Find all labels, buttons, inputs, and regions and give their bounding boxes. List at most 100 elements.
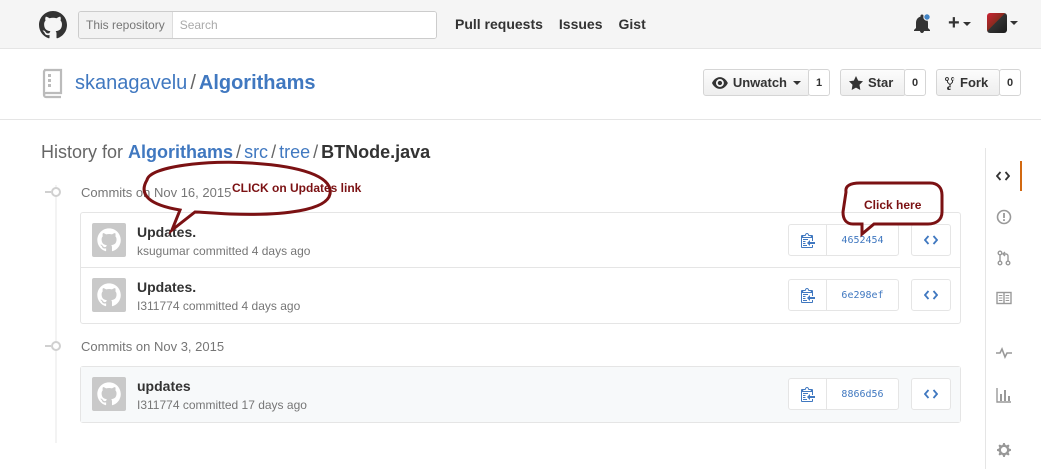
repo-name-link[interactable]: Algorithams	[199, 72, 316, 94]
repo-sidebar-nav	[985, 148, 1022, 469]
settings-gear-icon	[997, 443, 1011, 457]
code-icon	[996, 171, 1010, 181]
commit-group-title: Commits on Nov 16, 2015	[81, 185, 232, 200]
top-nav: Pull requests Issues Gist	[455, 16, 646, 32]
avatar[interactable]	[92, 278, 126, 312]
commit-author-link[interactable]: ksugumar	[137, 244, 190, 258]
commit-list: Updates. ksugumar committed 4 days ago 4…	[80, 212, 961, 324]
wiki-book-icon	[996, 291, 1012, 305]
site-header: This repository Pull requests Issues Gis…	[0, 0, 1041, 49]
pulse-icon	[996, 347, 1012, 359]
code-icon	[924, 235, 938, 245]
commit-sha-link[interactable]: 4652454	[827, 225, 898, 255]
table-row: Updates. ksugumar committed 4 days ago 4…	[81, 213, 960, 268]
github-octocat-icon	[97, 382, 121, 406]
code-icon	[924, 389, 938, 399]
pull-request-icon	[997, 250, 1011, 266]
breadcrumb-separator: /	[271, 142, 277, 162]
copy-sha-button[interactable]	[789, 379, 827, 409]
commit-timeline	[55, 185, 57, 443]
avatar[interactable]	[92, 223, 126, 257]
breadcrumb-separator: /	[236, 142, 242, 162]
browse-files-button[interactable]	[911, 279, 951, 311]
nav-issues[interactable]: Issues	[559, 16, 603, 32]
nav-gist[interactable]: Gist	[619, 16, 646, 32]
commit-author-link[interactable]: I311774	[137, 398, 180, 412]
clipboard-icon	[800, 288, 815, 303]
breadcrumb-src-link[interactable]: src	[244, 142, 268, 162]
fork-button[interactable]: Fork	[936, 69, 1000, 96]
notification-bell-icon[interactable]	[913, 14, 931, 34]
avatar[interactable]	[92, 377, 126, 411]
avatar	[987, 13, 1007, 33]
sidebar-item-graphs[interactable]	[986, 380, 1022, 410]
commit-author-link[interactable]: I311774	[137, 299, 180, 313]
commit-time: committed 17 days ago	[182, 398, 307, 412]
issue-icon	[996, 209, 1012, 225]
commit-group-title: Commits on Nov 3, 2015	[81, 339, 225, 354]
commit-sha-link[interactable]: 6e298ef	[827, 280, 898, 310]
github-octocat-icon	[97, 228, 121, 252]
callout-text-2: Click here	[864, 198, 922, 212]
callout-text-1: CLICK on Updates link	[232, 181, 362, 195]
plus-icon: +	[948, 12, 960, 34]
unwatch-label: Unwatch	[732, 75, 787, 90]
browse-files-button[interactable]	[911, 224, 951, 256]
sha-button-group: 4652454	[788, 224, 899, 256]
repo-title: skanagavelu / Algorithams	[75, 72, 316, 95]
commit-list: updates I311774 committed 17 days ago 88…	[80, 366, 961, 423]
page-title: History for Algorithams / src / tree / BTNode.…	[41, 142, 430, 163]
breadcrumb-separator: /	[313, 142, 319, 162]
chevron-down-icon	[962, 21, 971, 26]
commit-time: committed 4 days ago	[193, 244, 311, 258]
breadcrumb-repo-link[interactable]: Algorithams	[128, 142, 233, 162]
chevron-down-icon	[1010, 21, 1018, 25]
commit-sha-link[interactable]: 8866d56	[827, 379, 898, 409]
github-logo-icon[interactable]	[39, 11, 67, 39]
sidebar-item-pull-requests[interactable]	[986, 243, 1022, 273]
commit-title-link[interactable]: Updates.	[137, 279, 196, 295]
breadcrumb-file: BTNode.java	[321, 142, 431, 162]
commit-meta: I311774 committed 17 days ago	[137, 398, 307, 412]
copy-sha-button[interactable]	[789, 280, 827, 310]
repo-owner-link[interactable]: skanagavelu	[75, 72, 187, 94]
fork-label: Fork	[960, 75, 989, 90]
star-label: Star	[868, 75, 894, 90]
commit-title-link[interactable]: updates	[137, 378, 191, 394]
star-icon	[849, 75, 863, 90]
commit-meta: I311774 committed 4 days ago	[137, 299, 300, 313]
clipboard-icon	[800, 233, 815, 248]
search-box[interactable]: This repository	[78, 11, 437, 39]
timeline-node	[45, 341, 61, 351]
sidebar-item-code[interactable]	[986, 161, 1022, 191]
commit-meta: ksugumar committed 4 days ago	[137, 244, 310, 258]
fork-icon	[945, 76, 955, 90]
breadcrumb-tree-link[interactable]: tree	[279, 142, 310, 162]
browse-files-button[interactable]	[911, 378, 951, 410]
copy-sha-button[interactable]	[789, 225, 827, 255]
repo-book-icon	[42, 68, 63, 99]
sidebar-item-settings[interactable]	[986, 435, 1022, 465]
table-row: updates I311774 committed 17 days ago 88…	[81, 367, 960, 422]
nav-pull-requests[interactable]: Pull requests	[455, 16, 543, 32]
sidebar-item-issues[interactable]	[986, 202, 1022, 232]
fork-count[interactable]: 0	[999, 69, 1021, 96]
graph-icon	[996, 388, 1011, 403]
sidebar-item-pulse[interactable]	[986, 338, 1022, 368]
eye-icon	[712, 76, 728, 89]
star-count[interactable]: 0	[904, 69, 926, 96]
search-scope-label: This repository	[79, 12, 173, 38]
create-new-dropdown[interactable]: +	[948, 13, 971, 33]
commit-time: committed 4 days ago	[182, 299, 301, 313]
sidebar-item-wiki[interactable]	[986, 283, 1022, 313]
unwatch-button[interactable]: Unwatch	[703, 69, 810, 96]
history-prefix: History for	[41, 142, 124, 162]
code-icon	[924, 290, 938, 300]
user-menu[interactable]	[987, 13, 1018, 33]
table-row: Updates. I311774 committed 4 days ago 6e…	[81, 268, 960, 323]
sha-button-group: 8866d56	[788, 378, 899, 410]
search-input[interactable]	[172, 12, 436, 38]
watch-count[interactable]: 1	[808, 69, 830, 96]
star-button[interactable]: Star	[840, 69, 906, 96]
commit-title-link[interactable]: Updates.	[137, 224, 196, 240]
